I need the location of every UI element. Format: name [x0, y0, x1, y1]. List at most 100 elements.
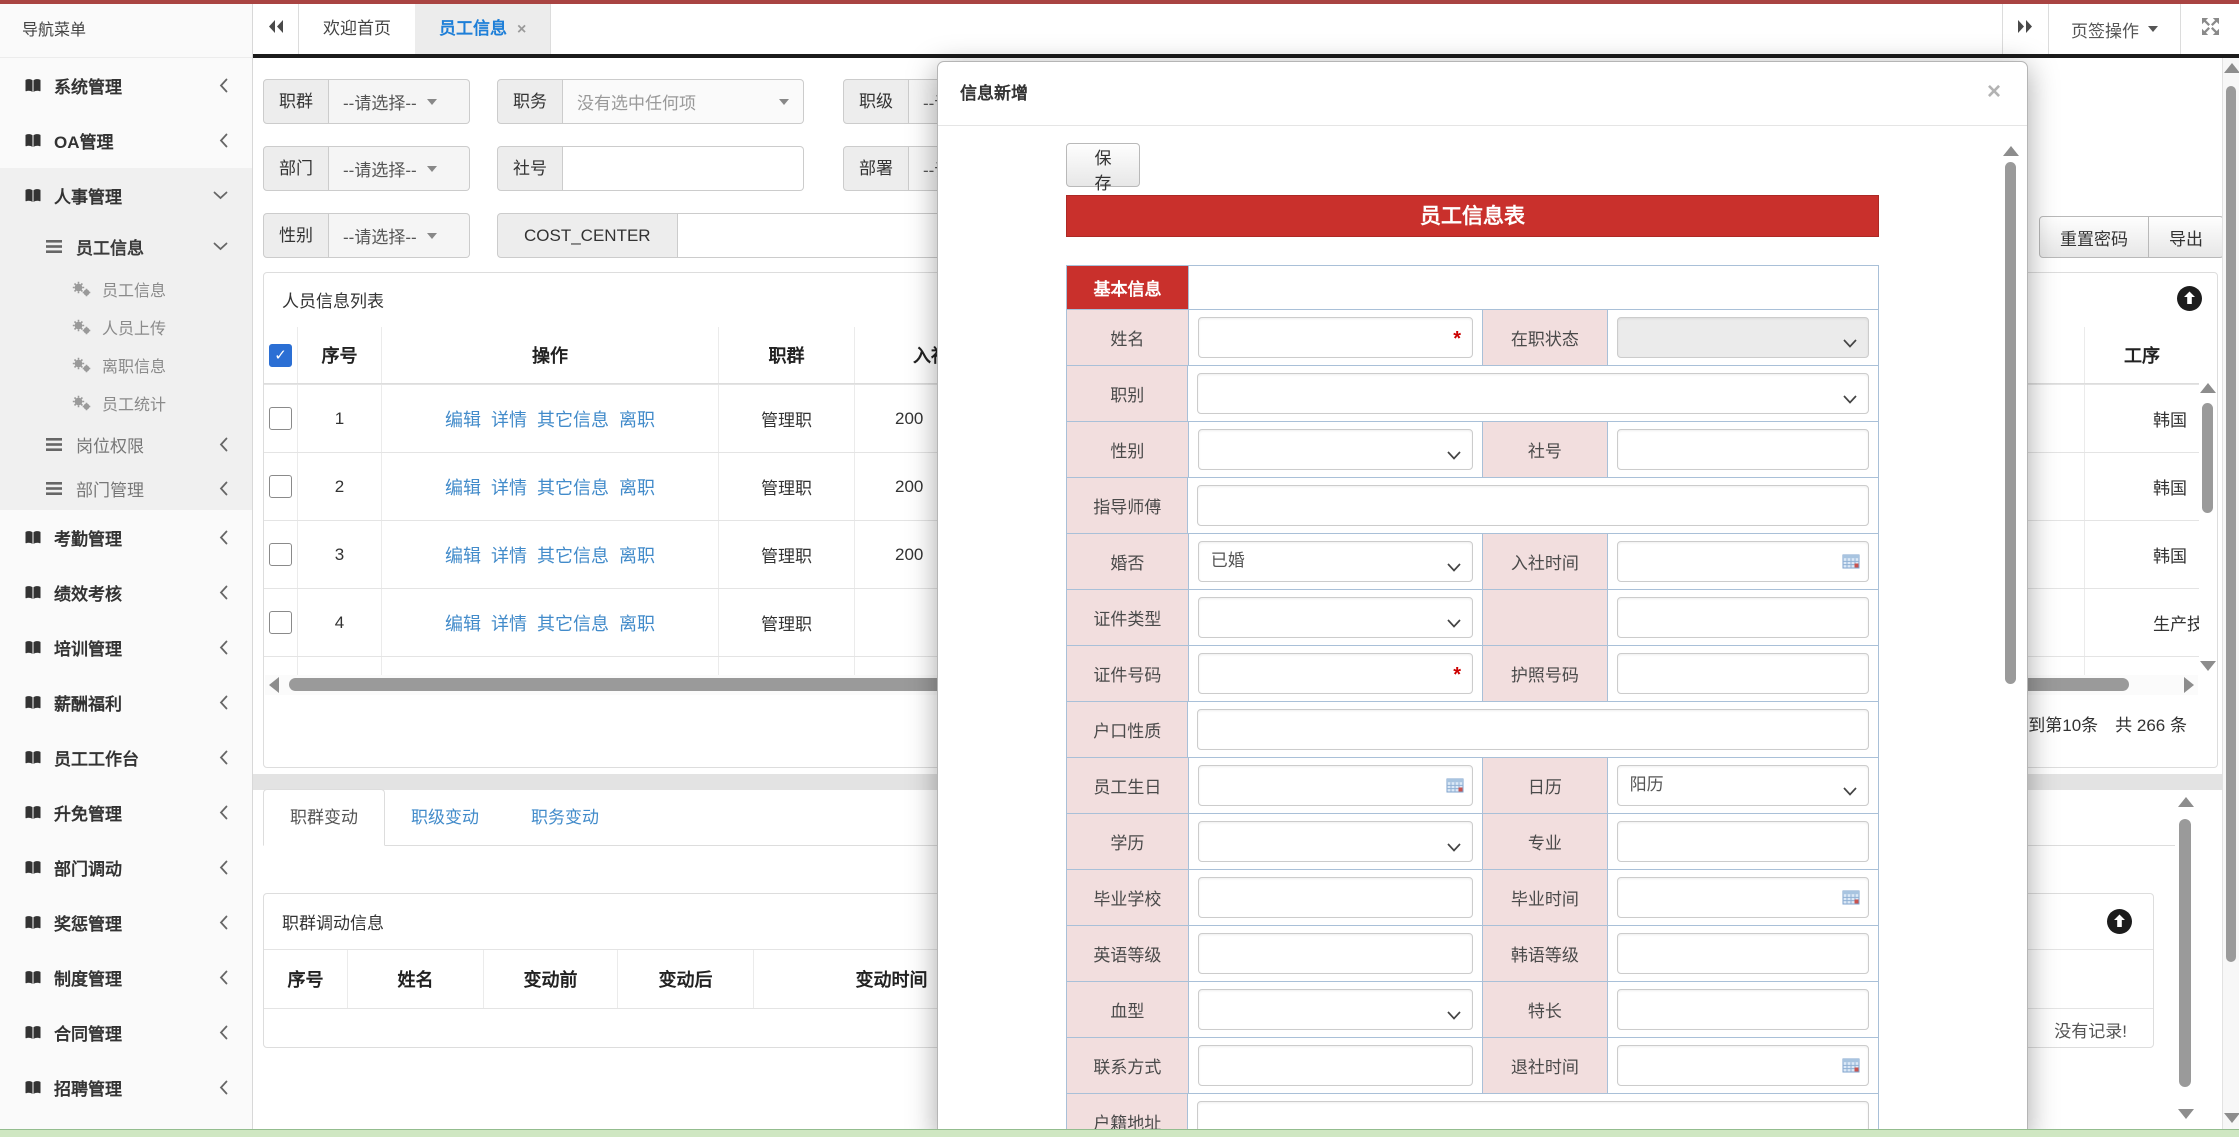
- form-input[interactable]: [1617, 541, 1869, 582]
- scrollbar-thumb[interactable]: [2179, 819, 2191, 1087]
- row-checkbox[interactable]: [269, 407, 292, 430]
- save-button[interactable]: 保存: [1066, 143, 1140, 187]
- action-link-编辑[interactable]: 编辑: [445, 610, 481, 636]
- action-link-离职[interactable]: 离职: [619, 406, 655, 432]
- tab-job-level-change[interactable]: 职级变动: [385, 790, 505, 845]
- sidebar-item-合同管理[interactable]: 合同管理: [0, 1005, 252, 1060]
- export-button[interactable]: 导出: [2149, 216, 2224, 258]
- tab-employee-info[interactable]: 员工信息×: [415, 4, 550, 54]
- action-link-其它信息[interactable]: 其它信息: [537, 610, 609, 636]
- reset-password-button[interactable]: 重置密码: [2039, 216, 2149, 258]
- calendar-icon[interactable]: [1842, 1057, 1860, 1078]
- sidebar-item-员工信息[interactable]: 员工信息: [0, 270, 252, 308]
- action-link-离职[interactable]: 离职: [619, 474, 655, 500]
- sidebar-item-招聘管理[interactable]: 招聘管理: [0, 1060, 252, 1115]
- form-input[interactable]: [1617, 653, 1869, 694]
- form-select[interactable]: [1617, 317, 1869, 358]
- action-link-其它信息[interactable]: 其它信息: [537, 542, 609, 568]
- form-input[interactable]: *: [1198, 653, 1473, 694]
- row-checkbox[interactable]: [269, 611, 292, 634]
- sidebar-item-员工统计[interactable]: 员工统计: [0, 384, 252, 422]
- tabs-scroll-right-button[interactable]: [2003, 4, 2048, 54]
- tab-job-group-change[interactable]: 职群变动: [263, 789, 385, 846]
- sidebar-item-部门管理[interactable]: 部门管理: [0, 466, 252, 510]
- sidebar-item-员工工作台[interactable]: 员工工作台: [0, 730, 252, 785]
- sidebar-item-绩效考核[interactable]: 绩效考核: [0, 565, 252, 620]
- scrollbar-thumb[interactable]: [2202, 403, 2213, 513]
- calendar-icon[interactable]: [1446, 777, 1464, 798]
- action-link-其它信息[interactable]: 其它信息: [537, 406, 609, 432]
- job-group-select[interactable]: --请选择--: [329, 79, 470, 124]
- form-input[interactable]: [1198, 877, 1473, 918]
- action-link-详情[interactable]: 详情: [491, 474, 527, 500]
- form-select[interactable]: 已婚: [1198, 541, 1473, 582]
- collapse-panel-icon[interactable]: [2106, 908, 2133, 940]
- scroll-down-icon[interactable]: [2178, 1109, 2194, 1119]
- form-input[interactable]: [1197, 485, 1869, 526]
- sidebar-item-制度管理[interactable]: 制度管理: [0, 950, 252, 1005]
- bottom-section-scrollbar[interactable]: [2176, 795, 2196, 1121]
- table-vertical-scrollbar[interactable]: [2199, 383, 2217, 673]
- form-input[interactable]: [1198, 933, 1473, 974]
- modal-scrollbar[interactable]: [2003, 141, 2019, 1131]
- scroll-down-icon[interactable]: [2224, 1113, 2239, 1123]
- action-link-离职[interactable]: 离职: [619, 542, 655, 568]
- sidebar-item-岗位权限[interactable]: 岗位权限: [0, 422, 252, 466]
- collapse-panel-icon[interactable]: [2176, 285, 2203, 317]
- scroll-left-icon[interactable]: [269, 677, 279, 693]
- form-input[interactable]: [1617, 429, 1869, 470]
- form-select[interactable]: [1197, 373, 1869, 414]
- page-scrollbar[interactable]: [2222, 58, 2239, 1129]
- action-link-编辑[interactable]: 编辑: [445, 406, 481, 432]
- form-input[interactable]: [1617, 877, 1869, 918]
- action-link-详情[interactable]: 详情: [491, 406, 527, 432]
- scroll-down-icon[interactable]: [2200, 661, 2216, 671]
- scroll-up-icon[interactable]: [2200, 383, 2216, 393]
- scroll-up-icon[interactable]: [2224, 63, 2239, 73]
- form-select[interactable]: [1198, 429, 1473, 470]
- close-tab-icon[interactable]: ×: [517, 21, 526, 38]
- form-select[interactable]: 阳历: [1617, 765, 1869, 806]
- tab-job-title-change[interactable]: 职务变动: [505, 790, 625, 845]
- row-checkbox[interactable]: [269, 543, 292, 566]
- sidebar-item-部门调动[interactable]: 部门调动: [0, 840, 252, 895]
- job-title-multiselect[interactable]: 没有选中任何项: [563, 79, 804, 124]
- row-checkbox[interactable]: [269, 475, 292, 498]
- close-icon[interactable]: ×: [1987, 62, 2001, 122]
- form-input[interactable]: [1198, 765, 1473, 806]
- form-input[interactable]: *: [1198, 317, 1473, 358]
- calendar-icon[interactable]: [1842, 889, 1860, 910]
- form-select[interactable]: [1198, 989, 1473, 1030]
- scrollbar-thumb[interactable]: [2226, 86, 2236, 962]
- action-link-离职[interactable]: 离职: [619, 610, 655, 636]
- sidebar-item-离职信息[interactable]: 离职信息: [0, 346, 252, 384]
- sidebar-item-奖惩管理[interactable]: 奖惩管理: [0, 895, 252, 950]
- form-input[interactable]: [1617, 989, 1869, 1030]
- form-input[interactable]: [1617, 1045, 1869, 1086]
- sidebar-item-员工信息[interactable]: 员工信息: [0, 223, 252, 270]
- sidebar-item-人员上传[interactable]: 人员上传: [0, 308, 252, 346]
- scrollbar-thumb[interactable]: [2005, 162, 2016, 684]
- select-all-checkbox[interactable]: ✓: [269, 344, 292, 367]
- fullscreen-button[interactable]: [2181, 4, 2239, 54]
- sidebar-item-薪酬福利[interactable]: 薪酬福利: [0, 675, 252, 730]
- form-input[interactable]: [1197, 709, 1869, 750]
- action-link-详情[interactable]: 详情: [491, 542, 527, 568]
- calendar-icon[interactable]: [1842, 553, 1860, 574]
- sidebar-item-考勤管理[interactable]: 考勤管理: [0, 510, 252, 565]
- action-link-其它信息[interactable]: 其它信息: [537, 474, 609, 500]
- action-link-编辑[interactable]: 编辑: [445, 542, 481, 568]
- sidebar-item-系统管理[interactable]: 系统管理: [0, 58, 252, 113]
- form-select[interactable]: [1198, 821, 1473, 862]
- form-input[interactable]: [1617, 597, 1869, 638]
- department-select[interactable]: --请选择--: [329, 146, 470, 191]
- scroll-up-icon[interactable]: [2178, 797, 2194, 807]
- form-input[interactable]: [1617, 933, 1869, 974]
- sidebar-item-培训管理[interactable]: 培训管理: [0, 620, 252, 675]
- sidebar-item-OA管理[interactable]: OA管理: [0, 113, 252, 168]
- employee-no-input[interactable]: [563, 147, 803, 190]
- sidebar-item-人事管理[interactable]: 人事管理: [0, 168, 252, 223]
- action-link-编辑[interactable]: 编辑: [445, 474, 481, 500]
- form-input[interactable]: [1617, 821, 1869, 862]
- gender-select[interactable]: --请选择--: [329, 213, 470, 258]
